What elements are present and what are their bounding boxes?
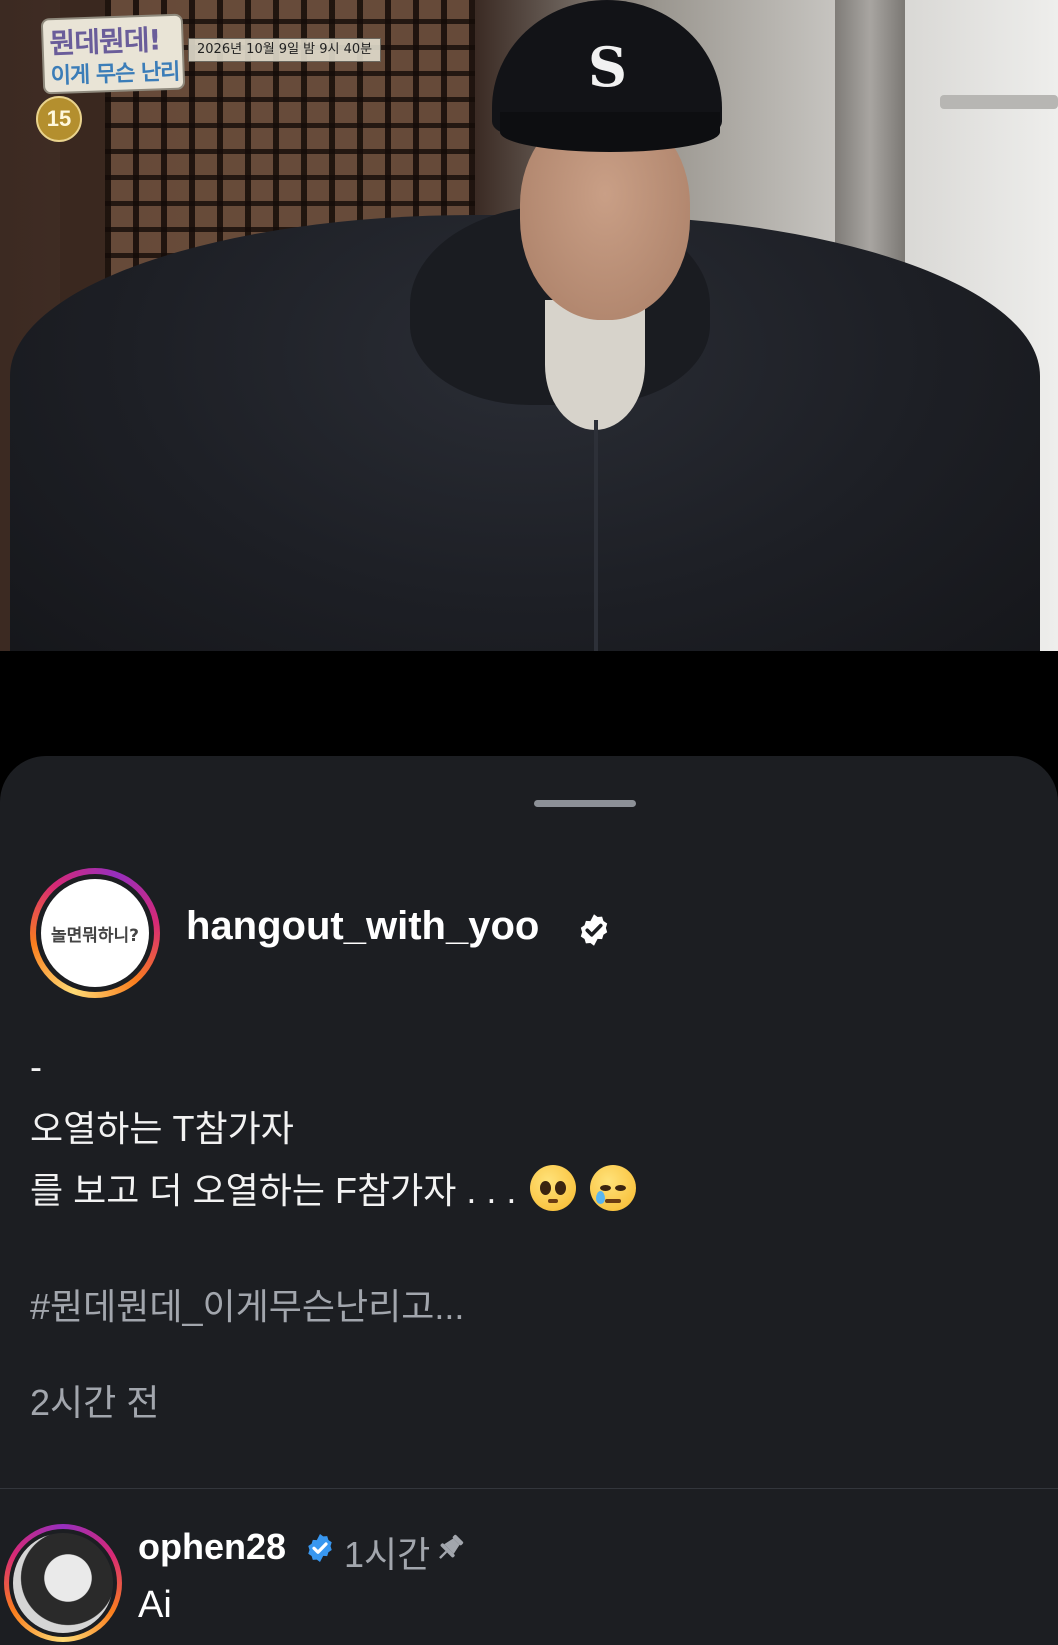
comment-author-username[interactable]: ophen28 [138,1526,286,1568]
divider [0,1488,1058,1489]
avatar-image [13,1533,113,1633]
avatar-border [9,1529,117,1637]
hoodie-zipper [594,420,598,651]
cap-logo: S [588,35,627,99]
post-hashtag[interactable]: #뭔데뭔데_이게무슨난리고... [30,1278,464,1330]
age-rating-badge: 15 [36,96,82,142]
sheet-grabber-handle[interactable] [534,800,636,807]
caption-line: 를 보고 더 오열하는 F참가자 . . . [30,1170,517,1211]
caption-line-with-emoji: 를 보고 더 오열하는 F참가자 . . . [30,1160,1030,1222]
comment-author-avatar[interactable] [4,1524,122,1642]
post-caption: - 오열하는 T참가자 를 보고 더 오열하는 F참가자 . . . [30,1036,1030,1222]
broadcast-info: 2026년 10월 9일 밤 9시 40분 [188,38,382,62]
comment-text: Ai [138,1584,172,1626]
pin-icon [439,1534,464,1559]
caption-line: 오열하는 T참가자 [30,1108,294,1149]
comment-time: 1시간 [344,1534,431,1575]
post-author-username[interactable]: hangout_with_yoo [186,904,539,949]
post-timestamp: 2시간 전 [30,1382,160,1423]
comments-sheet: 놀면뭐하니? hangout_with_yoo - 오열하는 T참가자 를 보고… [0,756,1058,1645]
verified-badge-icon [308,1534,332,1562]
program-logo: 뭔데뭔데! 이게 무슨 난리고 [40,13,186,121]
post-author-avatar[interactable]: 놀면뭐하니? [30,868,160,998]
avatar-border: 놀면뭐하니? [36,874,154,992]
verified-badge-icon [580,914,608,946]
pleading-face-icon [530,1165,577,1211]
cap-brim [500,112,720,152]
video-player[interactable]: S 뭔데뭔데! 이게 무슨 난리고 2026년 10월 9일 밤 9시 40분 … [0,0,1058,651]
avatar-image: 놀면뭐하니? [41,879,149,987]
refrigerator-handle [940,95,1058,109]
caption-line: - [30,1046,42,1087]
face-holding-back-tears-icon [590,1165,637,1211]
